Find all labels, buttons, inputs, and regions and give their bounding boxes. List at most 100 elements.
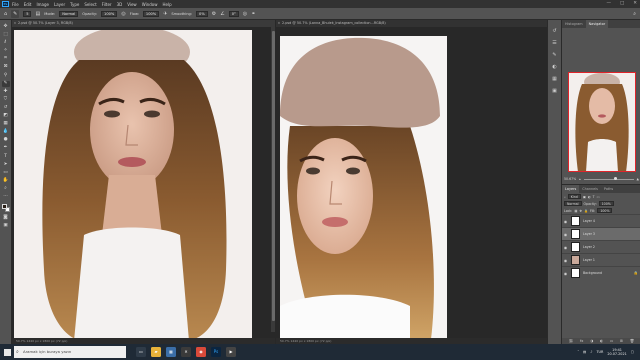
layer-opacity-field[interactable]: 100% <box>598 201 614 206</box>
adjustments-icon[interactable]: ◐ <box>552 64 556 70</box>
photoshop-taskbar-icon[interactable]: Ps <box>211 347 221 357</box>
blend-mode-select[interactable]: Normal <box>564 201 582 206</box>
maximize-button[interactable]: □ <box>620 1 624 6</box>
more-tools-icon[interactable]: ⋯ <box>2 194 10 200</box>
healing-tool-icon[interactable]: ✚ <box>2 89 10 95</box>
layer-row[interactable]: ◉ Layer 1 <box>562 253 640 266</box>
close-button[interactable]: ✕ <box>633 1 637 6</box>
screen-mode-icon[interactable]: ▣ <box>2 223 10 229</box>
network-icon[interactable]: ▤ <box>583 350 586 354</box>
tab-navigator[interactable]: Navigator <box>585 20 609 28</box>
adjustment-icon[interactable]: ◐ <box>600 339 603 343</box>
layer-row-selected[interactable]: ◉ Layer 3 <box>562 227 640 240</box>
search-icon[interactable]: ⌕ <box>633 11 636 17</box>
path-select-tool-icon[interactable]: ➤ <box>2 162 10 168</box>
mask-icon[interactable]: ◑ <box>590 339 593 343</box>
zoom-value[interactable]: 50.67% <box>564 177 576 181</box>
visibility-eye-icon[interactable]: ◉ <box>562 219 569 224</box>
layer-row[interactable]: ◉ Layer 2 <box>562 240 640 253</box>
brush-tool-preset-icon[interactable]: ✎ <box>11 9 20 18</box>
flow-field[interactable]: 100% <box>142 10 160 17</box>
minimize-button[interactable]: — <box>606 1 611 6</box>
xbox-icon[interactable]: ✕ <box>181 347 191 357</box>
lock-all-icon[interactable]: 🔒 <box>584 209 588 213</box>
history-icon[interactable]: ↺ <box>552 28 556 34</box>
visibility-eye-icon[interactable]: ◉ <box>562 232 569 237</box>
store-icon[interactable]: ▦ <box>166 347 176 357</box>
filter-type-icon[interactable]: T <box>593 195 595 199</box>
menu-edit[interactable]: Edit <box>24 2 32 7</box>
canvas-area-2[interactable] <box>276 27 547 347</box>
crop-tool-icon[interactable]: ⌗ <box>2 56 10 62</box>
foreground-color-swatch[interactable] <box>1 204 7 210</box>
mode-select[interactable]: Normal <box>59 10 79 17</box>
chrome-icon[interactable]: ◉ <box>196 347 206 357</box>
file-explorer-icon[interactable]: ▰ <box>151 347 161 357</box>
layer-name[interactable]: Layer 2 <box>583 245 595 249</box>
filter-shape-icon[interactable]: ▭ <box>597 195 600 199</box>
dodge-tool-icon[interactable]: ● <box>2 137 10 143</box>
quick-select-tool-icon[interactable]: ✧ <box>2 48 10 54</box>
type-tool-icon[interactable]: T <box>2 154 10 160</box>
filter-pixel-icon[interactable]: ▣ <box>583 195 586 199</box>
task-view-icon[interactable]: ▭ <box>136 347 146 357</box>
document-tab-2[interactable]: × 2.psd @ 50.7% (Lanna_Bhulek_Instagram_… <box>276 20 547 27</box>
tab-paths[interactable]: Paths <box>601 185 616 193</box>
menu-help[interactable]: Help <box>162 2 171 7</box>
navigator-view-box[interactable] <box>568 72 636 172</box>
menu-3d[interactable]: 3D <box>117 2 123 7</box>
swatches-icon[interactable]: ▣ <box>552 88 557 94</box>
eraser-tool-icon[interactable]: ◩ <box>2 113 10 119</box>
menu-select[interactable]: Select <box>84 2 96 7</box>
zoom-out-icon[interactable]: ▴ <box>579 177 581 181</box>
blur-tool-icon[interactable]: 💧 <box>2 129 10 135</box>
close-icon[interactable]: × <box>278 20 281 27</box>
media-icon[interactable]: ▶ <box>226 347 236 357</box>
smoothing-field[interactable]: 0% <box>196 10 208 17</box>
lasso-tool-icon[interactable]: ℓ <box>2 40 10 46</box>
hand-tool-icon[interactable]: ✋ <box>2 178 10 184</box>
color-swatches[interactable] <box>1 204 10 213</box>
menu-image[interactable]: Image <box>36 2 49 7</box>
marquee-tool-icon[interactable]: ⬚ <box>2 32 10 38</box>
layer-kind-filter[interactable]: Kind <box>567 194 581 199</box>
zoom-tool-icon[interactable]: ⌕ <box>2 186 10 192</box>
angle-field[interactable]: 0° <box>228 10 239 17</box>
brush-settings-icon[interactable]: ▤ <box>35 11 40 17</box>
notifications-icon[interactable]: ▢ <box>631 350 634 354</box>
home-icon[interactable]: ⌂ <box>4 11 7 17</box>
history-brush-tool-icon[interactable]: ↺ <box>2 105 10 111</box>
layer-name[interactable]: Layer 1 <box>583 258 595 262</box>
clock[interactable]: 19:41 20.07.2021 <box>607 348 626 356</box>
tab-channels[interactable]: Channels <box>579 185 601 193</box>
layer-row[interactable]: ◉ Background 🔒 <box>562 266 640 279</box>
document-tab-1[interactable]: × 2.psd @ 50.7% (Layer 3, RGB/8) <box>12 20 275 27</box>
airbrush-icon[interactable]: ✈ <box>163 11 167 17</box>
chevron-up-icon[interactable]: ˄ <box>577 350 579 354</box>
menu-type[interactable]: Type <box>70 2 79 7</box>
opacity-field[interactable]: 100% <box>101 10 118 17</box>
pen-tool-icon[interactable]: ✒ <box>2 145 10 151</box>
folder-icon[interactable]: ▭ <box>610 339 613 343</box>
libraries-icon[interactable]: ▦ <box>552 76 557 82</box>
start-button[interactable] <box>0 344 14 360</box>
menu-filter[interactable]: Filter <box>102 2 112 7</box>
new-layer-icon[interactable]: ⊞ <box>620 339 623 343</box>
zoom-in-icon[interactable]: ▲ <box>637 177 639 181</box>
layer-row[interactable]: ◉ Layer 4 <box>562 214 640 227</box>
menu-layer[interactable]: Layer <box>54 2 65 7</box>
visibility-eye-icon[interactable]: ◉ <box>562 271 569 276</box>
pressure-opacity-icon[interactable]: ◎ <box>121 11 125 17</box>
visibility-eye-icon[interactable]: ◉ <box>562 258 569 263</box>
scrollbar-thumb[interactable] <box>271 31 275 321</box>
properties-icon[interactable]: ☰ <box>552 40 556 46</box>
close-icon[interactable]: × <box>14 20 17 27</box>
fx-icon[interactable]: fx <box>580 339 583 343</box>
brushes-icon[interactable]: ✎ <box>552 52 556 58</box>
symmetry-icon[interactable]: ⚭ <box>251 11 255 17</box>
trash-icon[interactable]: 🗑 <box>630 339 635 343</box>
taskbar-search[interactable]: ⌕ Aramak için buraya yazın <box>14 346 126 358</box>
pressure-size-icon[interactable]: ◎ <box>243 11 247 17</box>
lock-position-icon[interactable]: ✥ <box>579 209 582 213</box>
menu-file[interactable]: File <box>12 2 19 7</box>
